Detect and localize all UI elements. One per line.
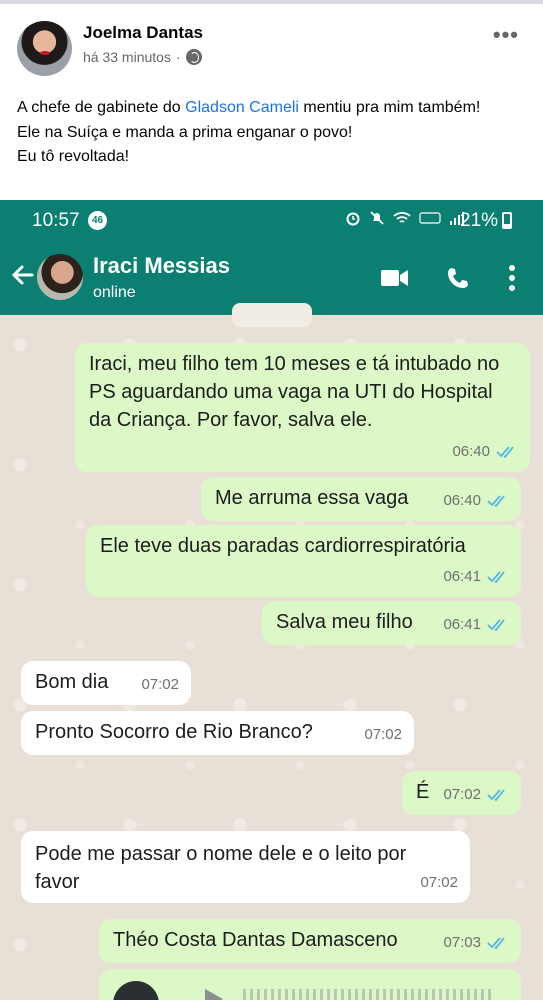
message-time: 07:02 — [364, 726, 402, 743]
message-meta: 06:40 — [452, 438, 518, 466]
date-chip — [232, 303, 312, 327]
message-out[interactable]: Me arruma essa vaga 06:40 — [201, 477, 521, 521]
post-time-separator: · — [175, 49, 181, 65]
read-ticks-icon — [496, 446, 514, 458]
battery-icon — [502, 212, 512, 229]
contact-avatar[interactable] — [37, 254, 83, 300]
status-time: 10:57 — [32, 210, 80, 231]
message-in[interactable]: Pode me passar o nome dele e o leito por… — [21, 831, 470, 903]
mute-icon — [370, 211, 384, 225]
contact-name[interactable]: Iraci Messias — [93, 253, 230, 279]
volte-icon — [419, 212, 441, 224]
message-out[interactable]: É 07:02 — [402, 771, 521, 815]
message-text: Iraci, meu filho tem 10 meses e tá intub… — [89, 353, 500, 431]
voice-message-partial[interactable] — [99, 969, 521, 1000]
message-out[interactable]: Salva meu filho 06:41 — [262, 601, 521, 645]
post-line-3: Eu tô revoltada! — [17, 148, 130, 165]
message-out[interactable]: Théo Costa Dantas Damasceno 07:03 — [99, 919, 521, 963]
message-meta: 07:02 — [141, 671, 179, 699]
read-ticks-icon — [487, 571, 505, 583]
read-ticks-icon — [487, 619, 505, 631]
author-avatar[interactable] — [17, 21, 72, 76]
post-timestamp[interactable]: há 33 minutos · — [83, 49, 202, 65]
post-text-start: A chefe de gabinete do — [17, 99, 186, 116]
message-time: 06:40 — [452, 443, 490, 460]
message-out[interactable]: Iraci, meu filho tem 10 meses e tá intub… — [75, 343, 530, 472]
message-meta: 07:02 — [443, 781, 509, 809]
read-ticks-icon — [487, 937, 505, 949]
message-time: 07:02 — [141, 676, 179, 693]
message-meta: 07:03 — [443, 929, 509, 957]
message-meta: 06:41 — [443, 563, 509, 591]
message-time: 07:03 — [443, 934, 481, 951]
message-meta: 06:40 — [443, 487, 509, 515]
wifi-icon — [393, 212, 411, 223]
message-meta: 06:41 — [443, 611, 509, 639]
message-time: 06:40 — [443, 492, 481, 509]
globe-icon — [185, 49, 202, 65]
post-image-whatsapp-screenshot[interactable]: 10:57 46 21% Iraci Messias online Iraci,… — [0, 200, 543, 1000]
message-text: Ele teve duas paradas cardiorrespiratóri… — [100, 535, 466, 557]
message-text: Pode me passar o nome dele e o leito por… — [35, 843, 407, 893]
play-icon[interactable] — [203, 987, 225, 1000]
read-ticks-icon — [487, 789, 505, 801]
message-meta: 07:02 — [364, 721, 402, 749]
message-time: 07:02 — [420, 874, 458, 891]
author-name[interactable]: Joelma Dantas — [83, 23, 203, 43]
message-in[interactable]: Pronto Socorro de Rio Branco? 07:02 — [21, 711, 414, 755]
chat-area[interactable]: Iraci, meu filho tem 10 meses e tá intub… — [0, 303, 543, 1000]
message-time: 07:02 — [443, 786, 481, 803]
message-time: 06:41 — [443, 616, 481, 633]
post-line-2: Ele na Suíça e manda a prima enganar o p… — [17, 123, 353, 141]
more-horizontal-icon[interactable]: ••• — [493, 22, 519, 48]
message-out[interactable]: Ele teve duas paradas cardiorrespiratóri… — [86, 525, 521, 597]
status-icons — [345, 210, 465, 226]
message-text: Pronto Socorro de Rio Branco? — [35, 721, 313, 743]
post-header: Joelma Dantas há 33 minutos · ••• — [0, 4, 543, 88]
battery-percentage: 21% — [460, 210, 499, 231]
message-meta: 07:02 — [420, 869, 458, 897]
post-mention-link[interactable]: Gladson Cameli — [185, 99, 299, 116]
post-time-label: há 33 minutos — [83, 49, 171, 65]
read-ticks-icon — [487, 495, 505, 507]
message-time: 06:41 — [443, 568, 481, 585]
post-text-rest: mentiu pra mim também! — [298, 99, 481, 116]
notification-badge: 46 — [88, 211, 107, 230]
more-vertical-icon[interactable] — [508, 264, 516, 292]
post-body: A chefe de gabinete do Gladson Cameli me… — [17, 96, 532, 170]
message-in[interactable]: Bom dia 07:02 — [21, 661, 191, 705]
phone-call-icon[interactable] — [446, 266, 470, 290]
alarm-icon — [346, 212, 360, 226]
voice-waveform[interactable] — [243, 989, 493, 1000]
voice-avatar — [113, 981, 159, 1000]
back-arrow-icon[interactable] — [10, 260, 36, 290]
phone-status-bar: 10:57 46 21% — [0, 200, 543, 242]
contact-status: online — [93, 284, 136, 301]
video-call-icon[interactable] — [381, 269, 409, 287]
